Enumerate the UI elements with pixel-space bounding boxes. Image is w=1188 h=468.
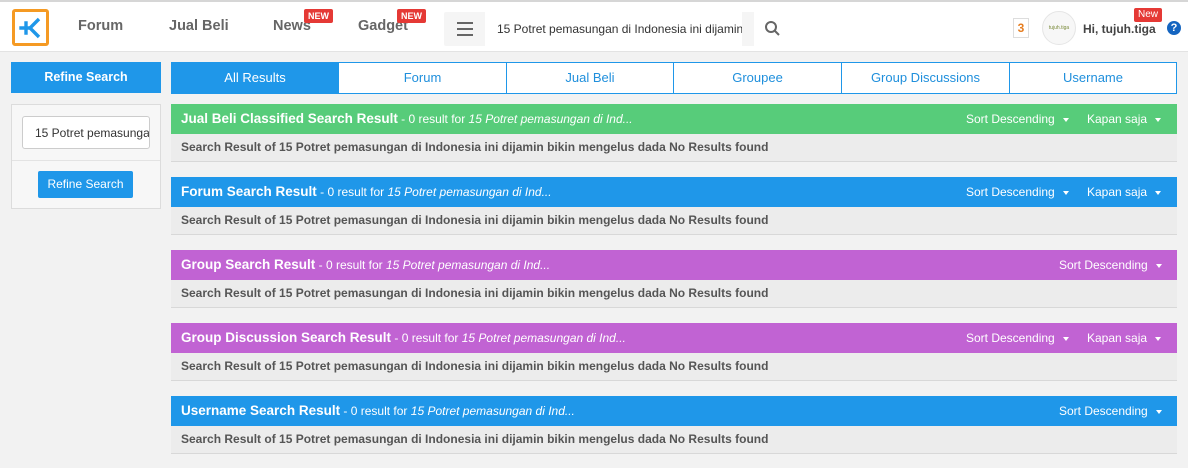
chevron-down-icon [1062, 190, 1069, 195]
section-header: Group Discussion Search Result - 0 resul… [171, 323, 1177, 353]
group-discussion-result-section: Group Discussion Search Result - 0 resul… [171, 323, 1177, 381]
section-result-text: Search Result of 15 Potret pemasungan di… [171, 280, 1177, 308]
jual-beli-result-section: Jual Beli Classified Search Result - 0 r… [171, 104, 1177, 162]
chevron-down-icon [1155, 117, 1162, 122]
menu-icon[interactable] [457, 22, 473, 36]
tab-forum[interactable]: Forum [339, 62, 507, 94]
user-new-badge: New [1134, 8, 1163, 22]
chevron-down-icon [1062, 336, 1069, 341]
section-title: Jual Beli Classified Search Result - 0 r… [181, 111, 633, 126]
section-header: Jual Beli Classified Search Result - 0 r… [171, 104, 1177, 134]
tab-group-discussions[interactable]: Group Discussions [842, 62, 1010, 94]
section-title: Forum Search Result - 0 result for 15 Po… [181, 184, 552, 199]
section-title: Group Search Result - 0 result for 15 Po… [181, 257, 551, 272]
chevron-down-icon [1062, 117, 1069, 122]
section-header: Username Search Result - 0 result for 15… [171, 396, 1177, 426]
avatar[interactable]: tujuh.tiga [1042, 11, 1076, 45]
chevron-down-icon [1155, 409, 1162, 414]
news-new-badge: NEW [304, 9, 333, 23]
search-icon [765, 21, 780, 36]
sort-dropdown[interactable]: Sort Descending [1059, 404, 1162, 418]
section-title: Username Search Result - 0 result for 15… [181, 403, 575, 418]
sort-dropdown[interactable]: Sort Descending [966, 331, 1069, 345]
chevron-down-icon [1155, 263, 1162, 268]
result-tabs: All Results Forum Jual Beli Groupee Grou… [171, 62, 1177, 94]
sort-dropdown[interactable]: Sort Descending [966, 185, 1069, 199]
user-greeting[interactable]: Hi, tujuh.tiga [1083, 22, 1156, 36]
tab-username[interactable]: Username [1010, 62, 1177, 94]
chevron-down-icon [1155, 190, 1162, 195]
help-icon[interactable]: ? [1167, 21, 1181, 35]
tab-groupee[interactable]: Groupee [674, 62, 842, 94]
nav-jual-beli[interactable]: Jual Beli [169, 18, 229, 34]
forum-result-section: Forum Search Result - 0 result for 15 Po… [171, 177, 1177, 235]
kaskus-logo-icon[interactable] [12, 9, 49, 46]
section-result-text: Search Result of 15 Potret pemasungan di… [171, 353, 1177, 381]
section-result-text: Search Result of 15 Potret pemasungan di… [171, 134, 1177, 162]
chevron-down-icon [1155, 336, 1162, 341]
section-result-text: Search Result of 15 Potret pemasungan di… [171, 426, 1177, 454]
header-search [444, 12, 794, 46]
section-header: Group Search Result - 0 result for 15 Po… [171, 250, 1177, 280]
tab-jual-beli[interactable]: Jual Beli [507, 62, 674, 94]
time-filter-dropdown[interactable]: Kapan saja [1087, 185, 1162, 199]
time-filter-dropdown[interactable]: Kapan saja [1087, 112, 1162, 126]
username-result-section: Username Search Result - 0 result for 15… [171, 396, 1177, 454]
group-result-section: Group Search Result - 0 result for 15 Po… [171, 250, 1177, 308]
refine-search-title: Refine Search [11, 62, 161, 93]
notification-count[interactable]: 3 [1013, 18, 1029, 38]
sort-dropdown[interactable]: Sort Descending [1059, 258, 1162, 272]
tab-all-results[interactable]: All Results [171, 62, 339, 94]
section-title: Group Discussion Search Result - 0 resul… [181, 330, 626, 345]
refine-search-panel: Refine Search [11, 104, 161, 209]
search-button[interactable] [754, 12, 794, 46]
nav-forum[interactable]: Forum [78, 18, 123, 34]
refine-search-input[interactable] [22, 116, 150, 149]
gadget-new-badge: NEW [397, 9, 426, 23]
top-navbar: Forum Jual Beli News NEW Gadget NEW 3 tu… [0, 0, 1188, 52]
section-result-text: Search Result of 15 Potret pemasungan di… [171, 207, 1177, 235]
time-filter-dropdown[interactable]: Kapan saja [1087, 331, 1162, 345]
divider [12, 160, 160, 161]
refine-search-button[interactable]: Refine Search [38, 171, 133, 198]
section-header: Forum Search Result - 0 result for 15 Po… [171, 177, 1177, 207]
search-input[interactable] [485, 12, 742, 46]
sort-dropdown[interactable]: Sort Descending [966, 112, 1069, 126]
